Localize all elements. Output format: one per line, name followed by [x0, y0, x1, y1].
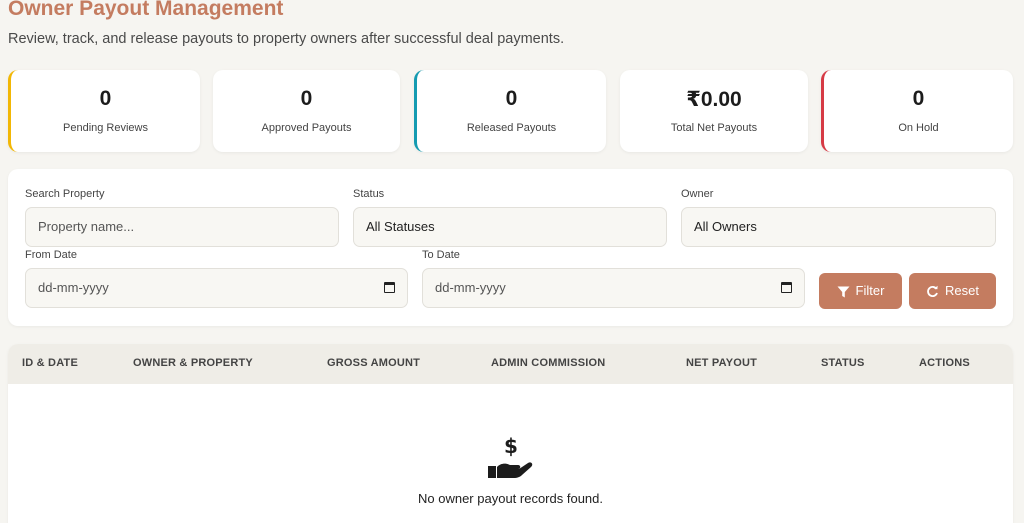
search-property-label: Search Property	[25, 188, 105, 200]
stat-card-on-hold: 0 On Hold	[821, 70, 1013, 152]
column-header-net-payout: NET PAYOUT	[686, 357, 758, 369]
payout-table: ID & DATE OWNER & PROPERTY GROSS AMOUNT …	[8, 344, 1013, 523]
column-header-gross-amount: GROSS AMOUNT	[327, 357, 421, 369]
reset-button[interactable]: Reset	[909, 273, 996, 309]
svg-text:$: $	[504, 436, 518, 458]
stat-card-approved-payouts: 0 Approved Payouts	[213, 70, 400, 152]
column-header-actions: ACTIONS	[919, 357, 970, 369]
stat-card-released-payouts: 0 Released Payouts	[414, 70, 606, 152]
calendar-icon[interactable]	[781, 282, 792, 293]
stat-label: On Hold	[898, 122, 939, 134]
reset-icon	[927, 285, 938, 298]
stat-label: Pending Reviews	[63, 122, 148, 134]
status-select[interactable]: All Statuses	[353, 207, 667, 247]
table-header: ID & DATE OWNER & PROPERTY GROSS AMOUNT …	[8, 344, 1013, 384]
reset-button-label: Reset	[945, 283, 979, 298]
filter-panel: Search Property Property name... Status …	[8, 169, 1013, 326]
filter-icon	[837, 286, 850, 298]
column-header-owner-property: OWNER & PROPERTY	[133, 357, 253, 369]
stat-value: 0	[99, 87, 112, 110]
owner-select[interactable]: All Owners	[681, 207, 996, 247]
to-date-placeholder: dd-mm-yyyy	[435, 280, 506, 295]
stat-card-pending-reviews: 0 Pending Reviews	[8, 70, 200, 152]
stat-value: 0	[505, 87, 518, 110]
from-date-label: From Date	[25, 249, 77, 261]
to-date-label: To Date	[422, 249, 460, 261]
stat-label: Total Net Payouts	[670, 122, 758, 134]
stat-value: 0	[300, 87, 313, 110]
stat-label: Approved Payouts	[261, 122, 352, 134]
stat-value: ₹0.00	[686, 88, 742, 111]
column-header-status: STATUS	[821, 357, 865, 369]
to-date-input[interactable]: dd-mm-yyyy	[422, 268, 805, 308]
page-title: Owner Payout Management	[8, 0, 284, 20]
hand-holding-dollar-icon: $	[488, 436, 533, 478]
filter-button-label: Filter	[855, 283, 885, 298]
column-header-id-date: ID & DATE	[22, 357, 78, 369]
from-date-placeholder: dd-mm-yyyy	[38, 280, 109, 295]
stat-card-total-net-payouts: ₹0.00 Total Net Payouts	[620, 70, 808, 152]
status-label: Status	[353, 188, 385, 200]
filter-button[interactable]: Filter	[819, 273, 902, 309]
calendar-icon[interactable]	[384, 282, 395, 293]
owner-label: Owner	[681, 188, 714, 200]
stat-label: Released Payouts	[466, 122, 557, 134]
from-date-input[interactable]: dd-mm-yyyy	[25, 268, 408, 308]
page-subtitle: Review, track, and release payouts to pr…	[8, 31, 565, 47]
stat-value: 0	[912, 87, 925, 110]
column-header-admin-commission: ADMIN COMMISSION	[491, 357, 606, 369]
empty-state-message: No owner payout records found.	[418, 491, 603, 506]
search-property-input[interactable]: Property name...	[25, 207, 339, 247]
